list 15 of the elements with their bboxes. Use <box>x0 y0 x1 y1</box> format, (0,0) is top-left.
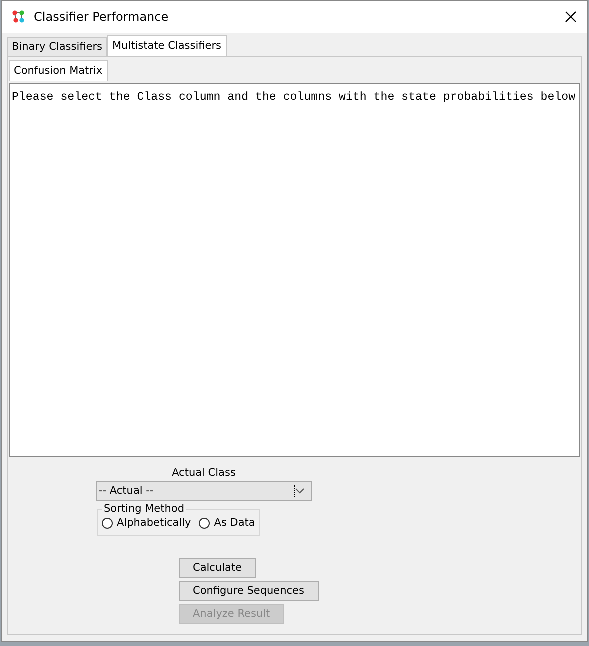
radio-option[interactable]: As Data <box>199 517 256 529</box>
tab[interactable]: Confusion Matrix <box>9 60 108 81</box>
class-dropdown[interactable]: -- Actual -- <box>96 481 312 501</box>
chevron-down-icon[interactable] <box>295 488 305 494</box>
action-button[interactable]: Calculate <box>179 558 256 578</box>
action-button[interactable]: Configure Sequences <box>179 581 318 601</box>
radio-option[interactable]: Alphabetically <box>102 517 192 529</box>
tab[interactable]: Binary Classifiers <box>7 37 108 56</box>
close-icon[interactable] <box>565 11 577 23</box>
network-icon <box>12 10 26 24</box>
window-title: Classifier Performance <box>34 10 170 24</box>
tab[interactable]: Multistate Classifiers <box>107 35 226 56</box>
message-text: Please select the Class column and the columns with the state probabilities below <box>12 91 576 104</box>
group-title: Sorting Method <box>103 503 186 515</box>
field-label: Actual Class <box>171 467 237 479</box>
